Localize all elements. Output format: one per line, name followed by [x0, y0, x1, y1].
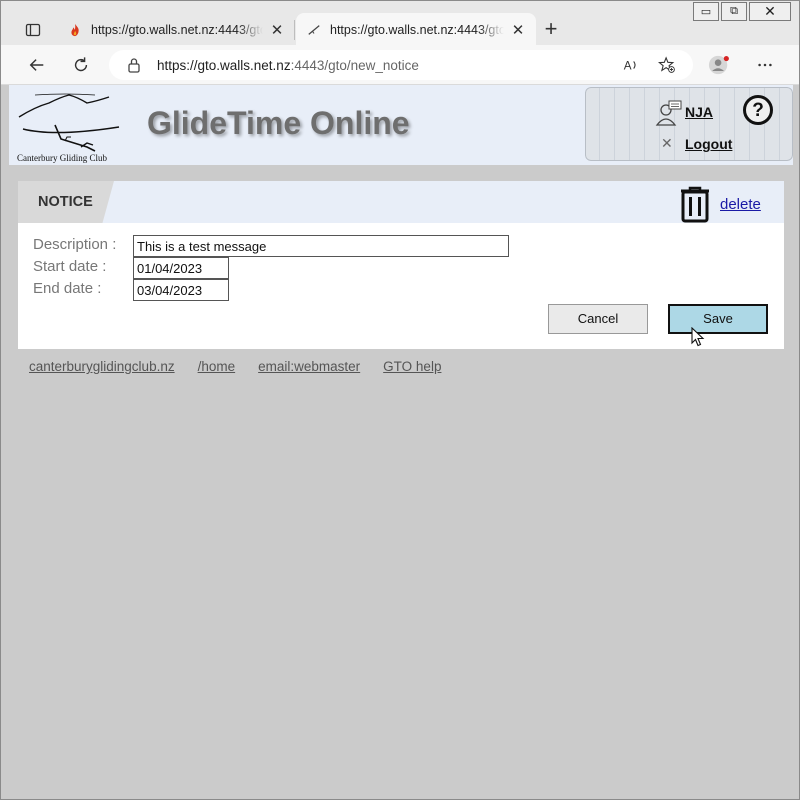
address-toolbar: https://gto.walls.net.nz:4443/gto/new_no… — [1, 45, 799, 85]
address-bar[interactable]: https://gto.walls.net.nz:4443/gto/new_no… — [109, 50, 693, 80]
footer-link-club-site[interactable]: canterburyglidingclub.nz — [29, 359, 175, 374]
back-arrow-icon[interactable] — [25, 53, 49, 77]
url-text[interactable]: https://gto.walls.net.nz:4443/gto/new_no… — [157, 58, 621, 73]
trash-icon[interactable] — [678, 185, 712, 223]
save-button[interactable]: Save — [668, 304, 768, 334]
close-window-button[interactable]: ✕ — [749, 2, 791, 21]
flame-icon — [67, 22, 83, 38]
profile-avatar-icon[interactable] — [707, 53, 731, 77]
more-menu-icon[interactable] — [753, 53, 777, 77]
logo-text: Canterbury Gliding Club — [17, 153, 107, 163]
tab-actions-icon — [25, 23, 41, 37]
logout-x-icon: ✕ — [661, 135, 673, 151]
browser-tab-2-active[interactable]: https://gto.walls.net.nz:4443/gto/ ✕ — [296, 13, 536, 47]
footer-links: canterburyglidingclub.nz /home email:web… — [29, 359, 441, 374]
close-tab-icon[interactable]: ✕ — [510, 21, 526, 39]
notice-card-header: NOTICE delete — [18, 181, 784, 223]
start-date-label: Start date : — [33, 258, 107, 275]
url-host: https://gto.walls.net.nz — [157, 57, 291, 73]
notice-card: NOTICE delete Description : Start date :… — [18, 181, 784, 349]
tab-bar: https://gto.walls.net.nz:4443/gto/ ✕ htt… — [1, 1, 799, 47]
tab-actions-button[interactable] — [21, 18, 45, 42]
refresh-icon[interactable] — [69, 53, 93, 77]
cancel-button[interactable]: Cancel — [548, 304, 648, 334]
description-label: Description : — [33, 236, 117, 253]
user-icon — [655, 100, 682, 126]
mouse-pointer-icon — [691, 327, 705, 347]
new-tab-plus-icon[interactable]: + — [539, 18, 563, 42]
page-content: Canterbury Gliding Club GlideTime Online… — [9, 85, 793, 797]
lock-icon[interactable] — [127, 57, 141, 73]
read-aloud-icon[interactable]: A — [621, 55, 641, 75]
close-tab-icon[interactable]: ✕ — [269, 21, 285, 39]
window-controls: ▭ ⧉ ✕ — [691, 2, 791, 21]
site-header: Canterbury Gliding Club GlideTime Online… — [9, 85, 793, 165]
user-panel: NJA ✕ Logout ? — [585, 87, 793, 161]
restore-button[interactable]: ⧉ — [721, 2, 747, 21]
start-date-input[interactable] — [133, 257, 229, 279]
footer-link-home[interactable]: /home — [198, 359, 236, 374]
glider-icon — [306, 22, 322, 38]
footer-link-gto-help[interactable]: GTO help — [383, 359, 441, 374]
tab-title: https://gto.walls.net.nz:4443/gto/ — [330, 23, 504, 37]
browser-window: https://gto.walls.net.nz:4443/gto/ ✕ htt… — [0, 0, 800, 800]
username-link[interactable]: NJA — [685, 104, 713, 120]
footer-link-email-webmaster[interactable]: email:webmaster — [258, 359, 360, 374]
add-favorite-star-icon[interactable] — [657, 55, 677, 75]
section-title: NOTICE — [38, 194, 93, 210]
tab-title: https://gto.walls.net.nz:4443/gto/ — [91, 23, 263, 37]
club-logo[interactable]: Canterbury Gliding Club — [15, 91, 121, 165]
minimize-button[interactable]: ▭ — [693, 2, 719, 21]
svg-text:A: A — [624, 60, 632, 73]
end-date-input[interactable] — [133, 279, 229, 301]
help-question-icon[interactable]: ? — [743, 95, 773, 125]
logout-link[interactable]: Logout — [685, 136, 732, 152]
url-path: :4443/gto/new_notice — [290, 57, 419, 73]
description-input[interactable] — [133, 235, 509, 257]
end-date-label: End date : — [33, 280, 102, 297]
delete-link[interactable]: delete — [720, 196, 761, 213]
browser-tab-1[interactable]: https://gto.walls.net.nz:4443/gto/ ✕ — [57, 13, 295, 47]
site-title: GlideTime Online — [147, 105, 410, 141]
